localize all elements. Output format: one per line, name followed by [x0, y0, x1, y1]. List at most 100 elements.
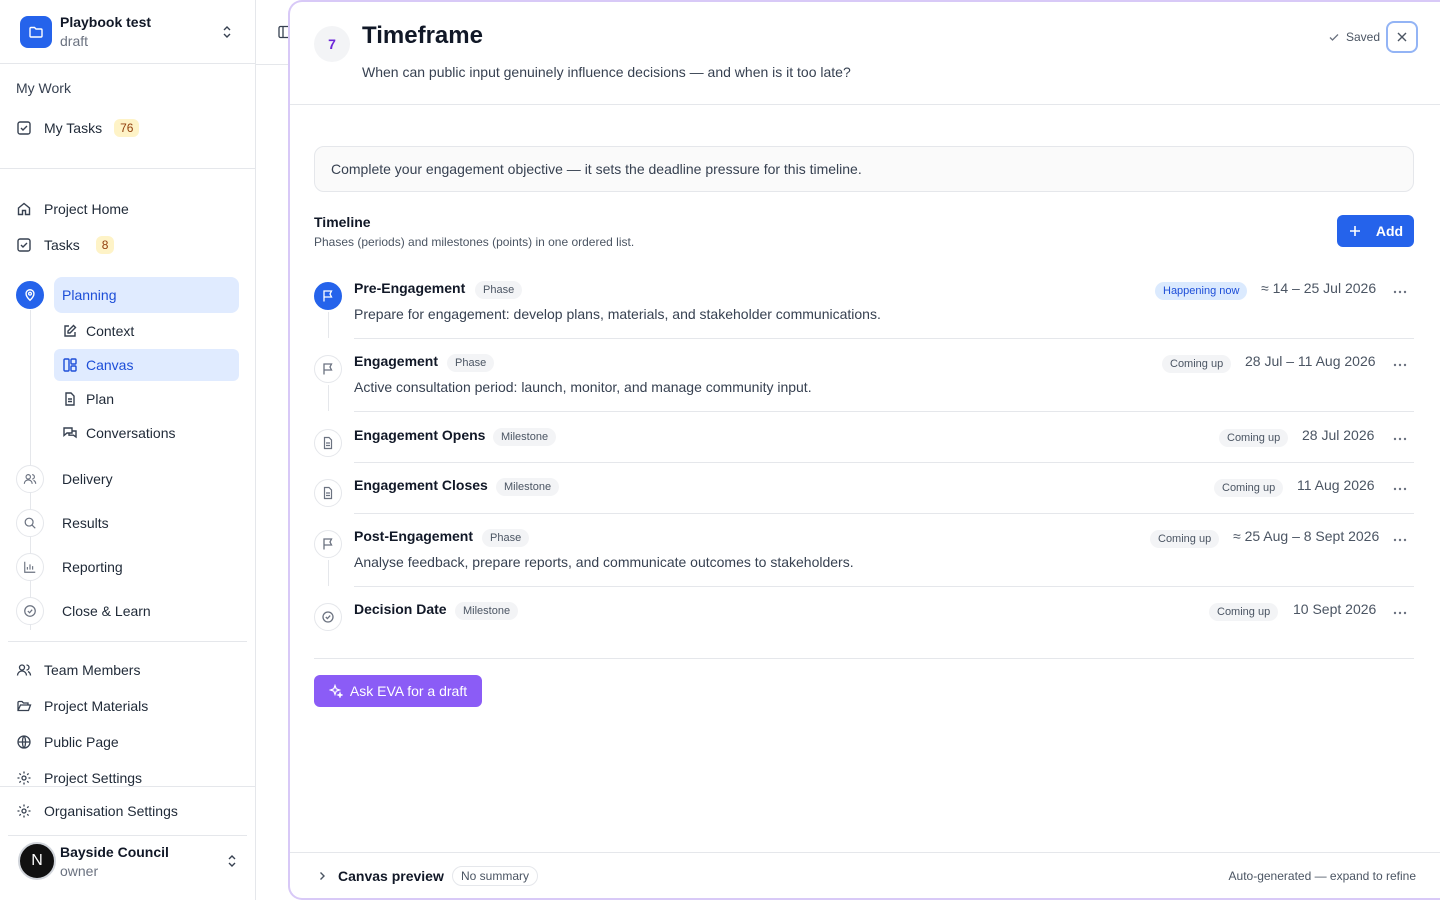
stage-delivery[interactable]: Delivery	[62, 471, 113, 487]
chevron-right-icon[interactable]	[316, 870, 328, 882]
row-description: Prepare for engagement: develop plans, m…	[354, 306, 881, 322]
flag-icon	[314, 530, 342, 558]
status-badge: Coming up	[1214, 479, 1284, 497]
chevron-updown-icon	[223, 25, 231, 38]
row-connector	[328, 560, 329, 586]
folder-icon	[20, 15, 52, 48]
divider	[354, 338, 1414, 339]
sidebar-item-conversations[interactable]: Conversations	[62, 425, 176, 441]
row-dates: ≈ 25 Aug – 8 Sept 2026	[1233, 528, 1380, 544]
stage-close-learn[interactable]: Close & Learn	[62, 603, 151, 619]
project-switcher[interactable]: Playbook test draft	[0, 0, 255, 64]
divider	[0, 786, 256, 787]
context-label: Context	[86, 323, 135, 339]
sidebar-item-plan[interactable]: Plan	[62, 391, 114, 407]
close-button[interactable]	[1386, 21, 1418, 53]
row-name: Post-Engagement	[354, 528, 474, 544]
row-name: Engagement Closes	[354, 477, 488, 493]
flag-icon	[314, 355, 342, 383]
document-icon	[65, 392, 75, 406]
row-name: Decision Date	[354, 601, 447, 617]
stage-planning[interactable]: Planning	[54, 277, 239, 313]
divider	[354, 513, 1414, 514]
chevron-updown-icon	[228, 855, 236, 867]
status-badge: Happening now	[1155, 282, 1248, 300]
more-icon[interactable]	[1392, 605, 1408, 621]
row-connector	[328, 312, 329, 338]
ask-eva-button[interactable]: Ask EVA for a draft	[314, 675, 482, 707]
row-name: Engagement	[354, 353, 439, 369]
location-pin-icon	[16, 281, 44, 309]
tasks-count: 8	[95, 236, 115, 254]
stage-results[interactable]: Results	[62, 515, 109, 531]
document-icon	[314, 429, 342, 457]
tasks-label: Tasks	[44, 237, 80, 253]
divider	[290, 852, 1440, 853]
close-icon	[1397, 32, 1407, 42]
layout-icon	[63, 358, 77, 372]
team-members-label: Team Members	[44, 662, 141, 678]
type-badge: Phase	[447, 354, 495, 372]
check-icon	[1329, 34, 1339, 41]
more-icon[interactable]	[1392, 284, 1408, 300]
search-icon	[16, 509, 44, 537]
project-settings-label: Project Settings	[44, 770, 143, 786]
status-badge: Coming up	[1219, 429, 1289, 447]
more-icon[interactable]	[1392, 532, 1408, 548]
summary-badge: No summary	[452, 866, 539, 886]
avatar: N	[18, 842, 56, 880]
sidebar-item-team-members[interactable]: Team Members	[16, 658, 140, 682]
sidebar-item-project-materials[interactable]: Project Materials	[16, 694, 148, 718]
more-icon[interactable]	[1392, 357, 1408, 373]
chat-icon	[63, 427, 77, 439]
gear-icon	[17, 804, 31, 818]
add-label: Add	[1375, 223, 1404, 239]
sidebar-item-tasks[interactable]: Tasks 8	[16, 233, 115, 257]
canvas-preview-title[interactable]: Canvas preview	[338, 868, 444, 884]
sidebar-item-my-tasks[interactable]: My Tasks 76	[16, 116, 140, 140]
sidebar-item-public-page[interactable]: Public Page	[16, 730, 119, 754]
sidebar-item-project-home[interactable]: Project Home	[16, 197, 129, 221]
row-description: Analyse feedback, prepare reports, and c…	[354, 554, 854, 570]
project-home-label: Project Home	[44, 201, 129, 217]
saved-label: Saved	[1345, 30, 1380, 44]
row-dates: 28 Jul 2026	[1302, 427, 1375, 443]
sidebar-item-canvas[interactable]: Canvas	[62, 357, 133, 373]
public-page-label: Public Page	[44, 734, 119, 750]
stage-reporting[interactable]: Reporting	[62, 559, 123, 575]
my-tasks-count: 76	[114, 119, 140, 137]
sidebar-item-organisation-settings[interactable]: Organisation Settings	[16, 799, 178, 823]
plus-icon	[1349, 226, 1360, 236]
my-tasks-label: My Tasks	[44, 120, 103, 136]
panel-title: Timeframe	[362, 22, 483, 49]
ask-eva-label: Ask EVA for a draft	[349, 683, 468, 699]
bar-chart-icon	[16, 553, 44, 581]
user-switcher[interactable]: N Bayside Council owner	[18, 842, 240, 880]
plan-label: Plan	[86, 391, 115, 407]
type-badge: Phase	[482, 529, 530, 547]
timeline-title: Timeline	[314, 214, 371, 230]
more-icon[interactable]	[1392, 481, 1408, 497]
divider	[290, 104, 1440, 105]
globe-icon	[17, 735, 31, 749]
divider	[314, 658, 1414, 659]
type-badge: Milestone	[493, 428, 557, 446]
status-badge: Coming up	[1150, 530, 1220, 548]
project-status: draft	[60, 33, 89, 49]
my-work-label: My Work	[16, 80, 71, 96]
type-badge: Phase	[475, 281, 523, 299]
sparkle-icon	[328, 684, 343, 698]
more-icon[interactable]	[1392, 431, 1408, 447]
document-icon	[314, 479, 342, 507]
canvas-label: Canvas	[86, 357, 134, 373]
flag-icon	[314, 282, 342, 310]
sidebar-item-context[interactable]: Context	[62, 323, 134, 339]
check-circle-icon	[16, 597, 44, 625]
panel-subtitle: When can public input genuinely influenc…	[362, 64, 851, 80]
saved-indicator: Saved	[1328, 30, 1380, 44]
users-icon	[16, 664, 32, 676]
add-button[interactable]: Add	[1337, 215, 1414, 247]
divider	[0, 168, 256, 169]
row-name: Engagement Opens	[354, 427, 486, 443]
row-dates: 10 Sept 2026	[1293, 601, 1377, 617]
